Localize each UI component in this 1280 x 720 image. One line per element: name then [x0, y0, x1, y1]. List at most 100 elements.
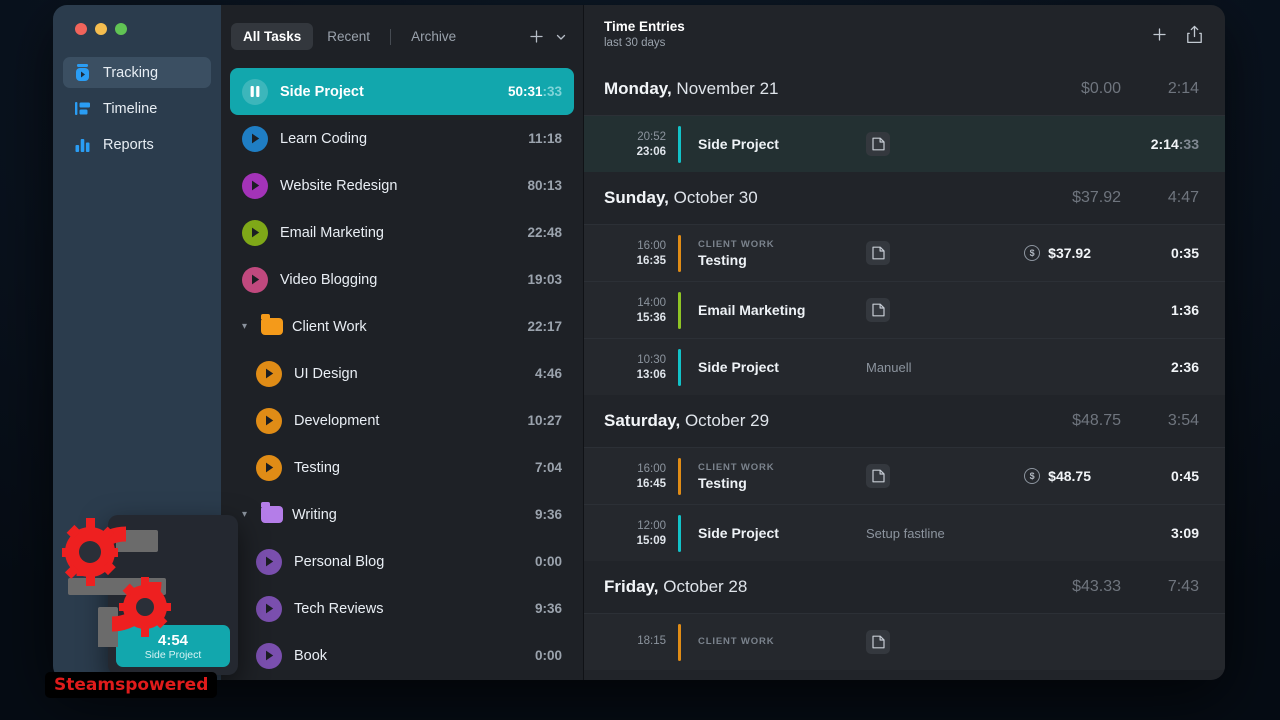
- task-row[interactable]: Learn Coding 11:18: [230, 115, 574, 162]
- task-folder[interactable]: ▾ Client Work 22:17: [230, 303, 574, 350]
- tab-recent[interactable]: Recent: [315, 23, 382, 50]
- task-row[interactable]: Personal Blog 0:00: [230, 538, 574, 585]
- play-icon[interactable]: [256, 595, 282, 622]
- task-row[interactable]: UI Design 4:46: [230, 350, 574, 397]
- time-entry-row[interactable]: 10:30 13:06 Side Project Manuell 2:36: [584, 338, 1225, 395]
- day-date: October 29: [684, 411, 770, 430]
- entry-info: Email Marketing: [698, 302, 866, 318]
- floating-timer-widget[interactable]: 4:54 Side Project: [108, 515, 238, 675]
- day-date: November 21: [676, 79, 779, 98]
- chevron-down-icon[interactable]: ▾: [242, 321, 252, 332]
- task-duration: 11:18: [528, 131, 562, 146]
- entry-duration: 2:14:33: [1150, 136, 1199, 152]
- task-duration: 9:36: [534, 601, 562, 616]
- play-icon[interactable]: [256, 360, 282, 387]
- time-entry-row[interactable]: 16:00 16:45 CLIENT WORK Testing $ $48.75 0:45: [584, 447, 1225, 504]
- folder-duration: 9:36: [534, 507, 562, 522]
- entry-project: Side Project: [698, 359, 779, 375]
- sidebar-item-timeline[interactable]: Timeline: [63, 93, 211, 124]
- document-icon[interactable]: [866, 464, 890, 488]
- task-label: Personal Blog: [294, 553, 385, 570]
- task-row[interactable]: Email Marketing 22:48: [230, 209, 574, 256]
- folder-icon: [261, 502, 283, 523]
- time-entry-row[interactable]: 14:00 15:36 Email Marketing 1:36: [584, 281, 1225, 338]
- chevron-down-icon[interactable]: [555, 31, 567, 43]
- floating-timer-bar[interactable]: 4:54 Side Project: [116, 625, 230, 667]
- day-weekday: Monday,: [604, 79, 672, 98]
- task-label: Website Redesign: [280, 177, 398, 194]
- plus-icon[interactable]: [528, 28, 545, 45]
- tracking-timer-icon: [73, 63, 92, 82]
- day-weekday: Sunday,: [604, 188, 669, 207]
- entry-project: Email Marketing: [698, 302, 806, 318]
- time-entry-row[interactable]: 20:52 23:06 Side Project 2:14:33: [584, 115, 1225, 172]
- entry-tag: CLIENT WORK: [698, 635, 775, 647]
- page-title: Time Entries: [604, 19, 685, 34]
- entries-scroll-area[interactable]: Monday, November 21 $0.00 2:14 20:52 23:06 Si…: [584, 63, 1225, 680]
- tab-separator: [390, 28, 392, 45]
- time-entries-panel: Time Entries last 30 days Monday, Novemb…: [584, 5, 1225, 680]
- day-header: Sunday, October 30 $37.92 4:47: [584, 172, 1225, 224]
- sidebar-item-tracking[interactable]: Tracking: [63, 57, 211, 88]
- pause-icon[interactable]: [242, 78, 268, 105]
- share-icon[interactable]: [1186, 25, 1203, 44]
- task-row[interactable]: Video Blogging 19:03: [230, 256, 574, 303]
- entry-duration: 3:09: [1170, 525, 1199, 541]
- sidebar-item-label: Tracking: [103, 64, 159, 81]
- task-row[interactable]: Website Redesign 80:13: [230, 162, 574, 209]
- task-row[interactable]: Side Project 50:31:33: [230, 68, 574, 115]
- tasks-panel: All Tasks Recent Archive Side Project 50:…: [221, 5, 584, 680]
- task-duration: 50:31:33: [507, 84, 562, 99]
- minimize-window-button[interactable]: [95, 23, 107, 35]
- sidebar-item-reports[interactable]: Reports: [63, 129, 211, 160]
- entry-color-bar: [678, 514, 681, 552]
- task-row[interactable]: Testing 7:04: [230, 444, 574, 491]
- task-label: Development: [294, 412, 380, 429]
- plus-icon[interactable]: [1151, 26, 1168, 43]
- task-duration: 10:27: [527, 413, 562, 428]
- document-icon[interactable]: [866, 630, 890, 654]
- play-icon[interactable]: [256, 548, 282, 575]
- tab-all-tasks[interactable]: All Tasks: [231, 23, 314, 50]
- tab-archive[interactable]: Archive: [399, 23, 468, 50]
- document-icon[interactable]: [866, 132, 890, 156]
- time-entry-row[interactable]: 16:00 16:35 CLIENT WORK Testing $ $37.92 0:35: [584, 224, 1225, 281]
- day-total-duration: 2:14: [1167, 80, 1199, 97]
- app-window: Tracking Timeline Reports All Tasks Recent…: [53, 5, 1225, 680]
- play-icon[interactable]: [256, 642, 282, 669]
- time-entry-row[interactable]: 18:15 CLIENT WORK: [584, 613, 1225, 670]
- time-entry-row[interactable]: 12:00 15:09 Side Project Setup fastline 3:09: [584, 504, 1225, 561]
- task-label: Testing: [294, 459, 340, 476]
- entry-note: Setup fastline: [866, 525, 945, 541]
- sidebar-item-label: Reports: [103, 136, 154, 153]
- entry-project: Testing: [698, 474, 747, 491]
- task-row[interactable]: Development 10:27: [230, 397, 574, 444]
- watermark-text: Steamspowered: [54, 675, 209, 695]
- document-icon[interactable]: [866, 241, 890, 265]
- play-icon[interactable]: [256, 407, 282, 434]
- folder-label: Client Work: [292, 318, 367, 335]
- folder-label: Writing: [292, 506, 337, 523]
- task-row[interactable]: Tech Reviews 9:36: [230, 585, 574, 632]
- entry-note: Manuell: [866, 359, 912, 375]
- sidebar-item-label: Timeline: [103, 100, 158, 117]
- play-icon[interactable]: [242, 125, 268, 152]
- entry-project: Testing: [698, 251, 747, 268]
- play-icon[interactable]: [242, 219, 268, 246]
- entry-info: CLIENT WORK: [698, 636, 866, 649]
- entry-duration: 0:35: [1170, 245, 1199, 261]
- task-folder[interactable]: ▾ Writing 9:36: [230, 491, 574, 538]
- task-row[interactable]: Book 0:00: [230, 632, 574, 679]
- chevron-down-icon[interactable]: ▾: [242, 509, 252, 520]
- maximize-window-button[interactable]: [115, 23, 127, 35]
- entry-info: Side Project: [698, 525, 866, 541]
- day-weekday: Friday,: [604, 577, 659, 596]
- play-icon[interactable]: [242, 266, 268, 293]
- play-icon[interactable]: [256, 454, 282, 481]
- close-window-button[interactable]: [75, 23, 87, 35]
- play-icon[interactable]: [242, 172, 268, 199]
- document-icon[interactable]: [866, 298, 890, 322]
- page-subtitle: last 30 days: [604, 37, 666, 49]
- day-date: October 30: [673, 188, 758, 207]
- floating-timer-time: 4:54: [157, 631, 189, 649]
